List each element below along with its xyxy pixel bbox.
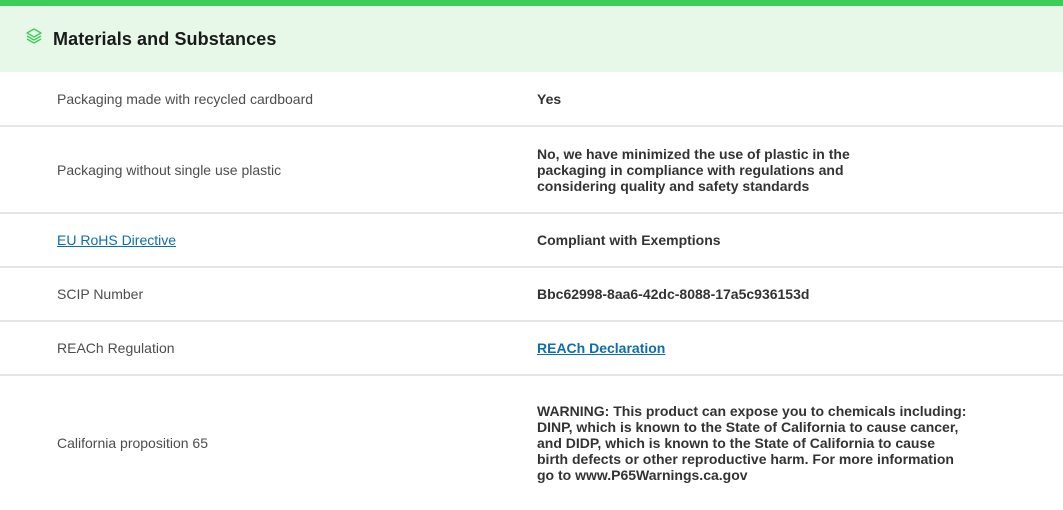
materials-panel: Materials and Substances Packaging made … — [0, 0, 1063, 510]
layers-icon — [23, 25, 45, 47]
row-label: REACh Regulation — [57, 340, 175, 356]
table-row: California proposition 65 WARNING: This … — [0, 376, 1063, 510]
row-label: Packaging made with recycled cardboard — [57, 90, 314, 107]
section-header[interactable]: Materials and Substances — [0, 6, 1063, 72]
row-value: Yes — [537, 90, 562, 107]
table-row: Packaging without single use plastic No,… — [0, 127, 1063, 214]
table-row: REACh Regulation REACh Declaration — [0, 322, 1063, 376]
table-row: Packaging made with recycled cardboard Y… — [0, 72, 1063, 127]
eu-rohs-link[interactable]: EU RoHS Directive — [57, 232, 176, 248]
table-row: EU RoHS Directive Compliant with Exempti… — [0, 214, 1063, 268]
row-label: California proposition 65 — [57, 435, 208, 451]
row-label: Packaging without single use plastic — [57, 161, 282, 178]
row-value: WARNING: This product can expose you to … — [537, 403, 967, 483]
section-title: Materials and Substances — [53, 28, 277, 49]
row-value: Bbc62998-8aa6-42dc-8088-17a5c936153d — [537, 286, 810, 302]
row-label: SCIP Number — [57, 286, 144, 302]
row-value: Compliant with Exemptions — [537, 232, 721, 248]
table-row: SCIP Number Bbc62998-8aa6-42dc-8088-17a5… — [0, 268, 1063, 322]
reach-declaration-link[interactable]: REACh Declaration — [537, 340, 665, 356]
row-value: No, we have minimized the use of plastic… — [537, 145, 850, 194]
